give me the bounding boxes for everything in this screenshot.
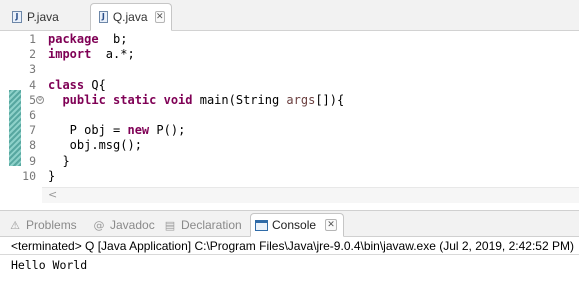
code-text: P obj = new P(); <box>48 123 186 138</box>
code-text: package b; <box>48 32 127 47</box>
tab-label: P.java <box>27 10 59 24</box>
tab-label: Console <box>272 218 317 232</box>
code-token: []){ <box>315 92 345 107</box>
panel-tab-bar: ⚠ Problems @ Javadoc ▤ Declaration Conso… <box>0 210 579 237</box>
line-number: 10 <box>22 168 36 183</box>
tab-console[interactable]: Console ✕ <box>250 213 345 237</box>
fold-collapse-icon[interactable]: ⊖ <box>36 95 44 104</box>
code-line[interactable]: 4 class Q{ <box>0 78 579 93</box>
tab-label: Q.java <box>112 10 148 24</box>
code-token: main(String <box>192 92 287 107</box>
code-token: Q{ <box>84 77 106 92</box>
code-line[interactable]: 2 import a.*; <box>0 47 579 62</box>
close-icon[interactable]: ✕ <box>154 11 165 23</box>
tab-declaration[interactable]: ▤ Declaration <box>163 214 242 236</box>
keyword-token: class <box>48 77 85 92</box>
code-token: a.*; <box>91 47 135 62</box>
code-text: import a.*; <box>48 47 135 62</box>
code-token: P obj = <box>48 123 128 138</box>
code-token: } <box>48 168 56 183</box>
code-editor[interactable]: 1 package b; 2 import a.*; 3 4 class Q{5 ⊖ publ… <box>0 32 579 204</box>
line-number: 3 <box>29 62 36 77</box>
code-token: obj.msg(); <box>48 138 142 153</box>
keyword-token: new <box>127 123 150 138</box>
code-text: public static void main(String args[]){ <box>48 93 344 108</box>
code-line[interactable]: 8 obj.msg(); <box>0 138 579 153</box>
editor-tab-bar: J P.java J Q.java ✕ <box>0 0 579 31</box>
javadoc-icon: @ <box>93 218 105 232</box>
code-token: } <box>48 153 70 168</box>
declaration-icon: ▤ <box>164 218 176 232</box>
line-number: 8 <box>29 138 36 153</box>
line-number: 5 <box>29 92 36 107</box>
tab-label: Javadoc <box>110 218 155 232</box>
console-status-header: <terminated> Q [Java Application] C:\Pro… <box>0 238 579 255</box>
line-number: 7 <box>29 123 36 138</box>
code-text: class Q{ <box>48 78 106 93</box>
console-icon <box>255 219 268 231</box>
tab-label: Problems <box>26 218 77 232</box>
variable-token: args <box>286 92 316 107</box>
problems-icon: ⚠ <box>10 218 20 232</box>
horizontal-scrollbar[interactable]: < <box>42 187 579 203</box>
java-file-icon: J <box>12 11 22 23</box>
keyword-token: public static void <box>62 92 193 107</box>
line-number: 4 <box>29 77 36 92</box>
code-text: obj.msg(); <box>48 138 142 153</box>
code-line[interactable]: 10} <box>0 169 579 184</box>
code-line[interactable]: 1 package b; <box>0 32 579 47</box>
line-number: 9 <box>29 153 36 168</box>
tab-q-java[interactable]: J Q.java ✕ <box>90 3 172 31</box>
tab-label: Declaration <box>181 218 242 232</box>
code-line[interactable]: 5 ⊖ public static void main(String args[]… <box>0 93 579 108</box>
code-line[interactable]: 9 } <box>0 154 579 169</box>
tab-javadoc[interactable]: @ Javadoc <box>92 214 155 236</box>
code-token: b; <box>98 32 128 46</box>
tab-problems[interactable]: ⚠ Problems <box>8 214 77 236</box>
keyword-token: import <box>48 47 92 62</box>
tab-p-java[interactable]: J P.java <box>4 4 86 30</box>
code-line[interactable]: 3 <box>0 62 579 77</box>
console-output-area[interactable]: Hello World <box>0 256 579 302</box>
line-number: 1 <box>29 32 36 46</box>
code-token: P(); <box>149 123 186 138</box>
line-number: 2 <box>29 47 36 62</box>
code-line[interactable]: 7 P obj = new P(); <box>0 123 579 138</box>
keyword-token: package <box>48 32 99 46</box>
code-text: } <box>48 153 70 169</box>
java-file-icon: J <box>99 11 108 23</box>
scroll-left-icon[interactable]: < <box>48 188 57 201</box>
code-text: } <box>48 169 55 184</box>
close-icon[interactable]: ✕ <box>325 219 338 231</box>
line-number: 6 <box>29 108 36 122</box>
code-line[interactable]: 6 <box>0 108 579 123</box>
console-output-line: Hello World <box>11 258 88 272</box>
